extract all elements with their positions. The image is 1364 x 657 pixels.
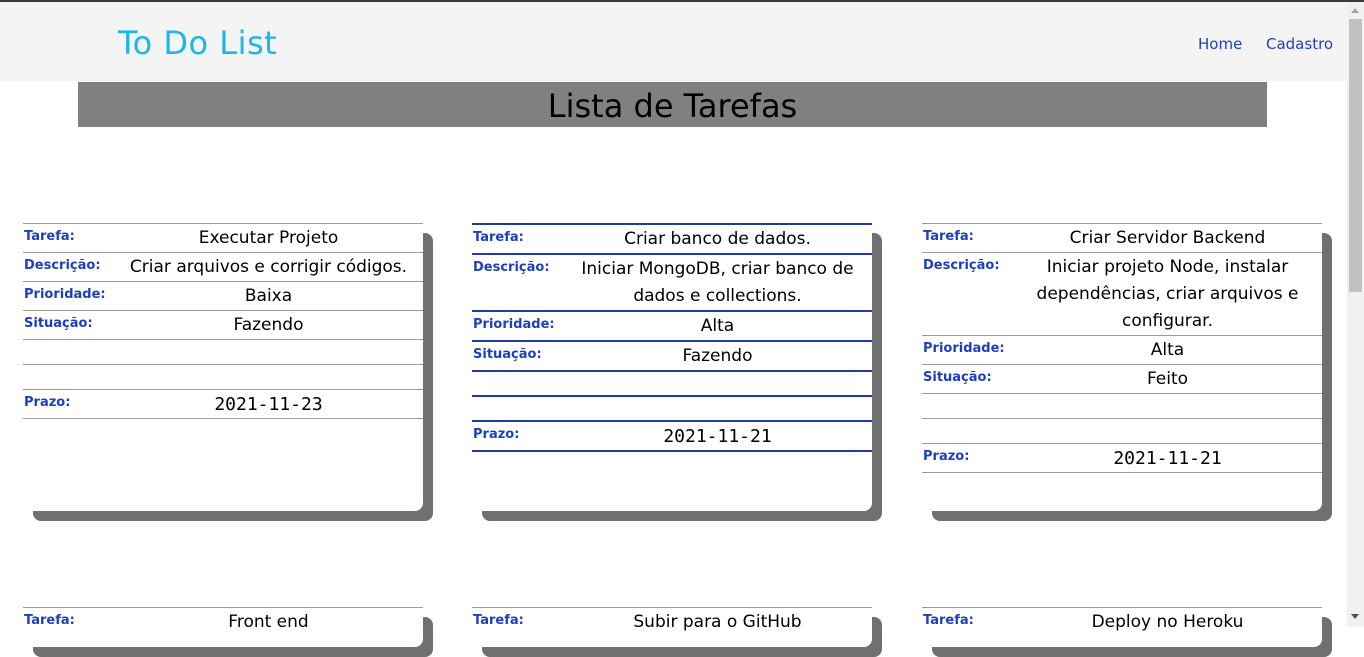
navbar: To Do List Home Cadastro bbox=[0, 2, 1347, 81]
card-body: Tarefa: Executar Projeto Descrição: Cria… bbox=[23, 223, 423, 511]
task-row-prioridade: Prioridade: Baixa bbox=[23, 281, 423, 310]
scrollbar-thumb[interactable] bbox=[1349, 19, 1362, 292]
task-row-empty bbox=[922, 393, 1322, 418]
prazo-value: 2021-11-23 bbox=[214, 394, 323, 415]
task-row-empty bbox=[472, 370, 872, 395]
task-row-empty bbox=[23, 364, 423, 389]
task-row-prioridade: Prioridade: Alta bbox=[472, 310, 872, 340]
tarefa-value: Front end bbox=[228, 612, 309, 632]
tarefa-label: Tarefa: bbox=[473, 230, 524, 245]
vertical-scrollbar[interactable] bbox=[1347, 2, 1364, 627]
nav-link-cadastro[interactable]: Cadastro bbox=[1266, 35, 1333, 53]
prioridade-value: Alta bbox=[1150, 340, 1185, 360]
card-body: Tarefa: Deploy no Heroku bbox=[922, 607, 1322, 647]
prazo-label: Prazo: bbox=[24, 395, 71, 410]
prioridade-value: Alta bbox=[700, 316, 735, 336]
prazo-label: Prazo: bbox=[473, 427, 520, 442]
descricao-value: Criar arquivos e corrigir códigos. bbox=[129, 257, 408, 277]
card-body: Tarefa: Front end bbox=[23, 607, 423, 647]
prioridade-label: Prioridade: bbox=[473, 317, 555, 332]
situacao-value: Feito bbox=[1146, 369, 1189, 389]
task-row-tarefa: Tarefa: Subir para o GitHub bbox=[472, 607, 872, 636]
tarefa-value: Deploy no Heroku bbox=[1091, 612, 1244, 632]
situacao-value: Fazendo bbox=[682, 346, 753, 366]
descricao-value: Iniciar MongoDB, criar banco de dados e … bbox=[581, 259, 854, 306]
task-row-situacao: Situação: Fazendo bbox=[472, 340, 872, 370]
situacao-label: Situação: bbox=[24, 316, 93, 331]
tarefa-value: Executar Projeto bbox=[198, 228, 339, 248]
brand-logo[interactable]: To Do List bbox=[118, 24, 277, 62]
tarefa-label: Tarefa: bbox=[923, 229, 974, 244]
task-row-tarefa: Tarefa: Criar banco de dados. bbox=[472, 223, 872, 253]
prioridade-value: Baixa bbox=[244, 286, 293, 306]
tarefa-value: Criar Servidor Backend bbox=[1069, 228, 1266, 248]
prioridade-label: Prioridade: bbox=[923, 341, 1005, 356]
card-body: Tarefa: Subir para o GitHub bbox=[472, 607, 872, 647]
task-row-descricao: Descrição: Iniciar projeto Node, instala… bbox=[922, 252, 1322, 335]
task-row-prioridade: Prioridade: Alta bbox=[922, 335, 1322, 364]
page-title: Lista de Tarefas bbox=[547, 87, 798, 125]
task-row-descricao: Descrição: Iniciar MongoDB, criar banco … bbox=[472, 253, 872, 310]
task-row-situacao: Situação: Feito bbox=[922, 364, 1322, 393]
tarefa-value: Subir para o GitHub bbox=[633, 612, 802, 632]
tarefa-label: Tarefa: bbox=[24, 613, 75, 628]
scroll-up-arrow-icon[interactable] bbox=[1351, 8, 1359, 13]
tarefa-label: Tarefa: bbox=[473, 613, 524, 628]
task-row-empty bbox=[23, 339, 423, 364]
task-row-descricao: Descrição: Criar arquivos e corrigir cód… bbox=[23, 252, 423, 281]
task-row-situacao: Situação: Fazendo bbox=[23, 310, 423, 339]
situacao-value: Fazendo bbox=[233, 315, 304, 335]
nav-link-home[interactable]: Home bbox=[1198, 35, 1242, 53]
task-row-prazo: Prazo: 2021-11-23 bbox=[23, 389, 423, 419]
tarefa-value: Criar banco de dados. bbox=[624, 229, 811, 249]
prioridade-label: Prioridade: bbox=[24, 287, 106, 302]
task-row-tarefa: Tarefa: Executar Projeto bbox=[23, 223, 423, 252]
situacao-label: Situação: bbox=[473, 347, 542, 362]
card-body: Tarefa: Criar Servidor Backend Descrição… bbox=[922, 223, 1322, 511]
descricao-label: Descrição: bbox=[24, 258, 101, 273]
prazo-value: 2021-11-21 bbox=[663, 426, 772, 447]
task-row-prazo: Prazo: 2021-11-21 bbox=[922, 443, 1322, 473]
descricao-label: Descrição: bbox=[473, 260, 550, 275]
descricao-value: Iniciar projeto Node, instalar dependênc… bbox=[1036, 257, 1299, 331]
descricao-label: Descrição: bbox=[923, 258, 1000, 273]
task-row-empty bbox=[472, 395, 872, 420]
tarefa-label: Tarefa: bbox=[24, 229, 75, 244]
task-row-prazo: Prazo: 2021-11-21 bbox=[472, 420, 872, 452]
task-row-tarefa: Tarefa: Front end bbox=[23, 607, 423, 636]
prazo-value: 2021-11-21 bbox=[1113, 448, 1222, 469]
card-body: Tarefa: Criar banco de dados. Descrição:… bbox=[472, 223, 872, 511]
task-row-tarefa: Tarefa: Deploy no Heroku bbox=[922, 607, 1322, 636]
task-row-tarefa: Tarefa: Criar Servidor Backend bbox=[922, 223, 1322, 252]
tarefa-label: Tarefa: bbox=[923, 613, 974, 628]
page-title-bar: Lista de Tarefas bbox=[78, 82, 1267, 127]
situacao-label: Situação: bbox=[923, 370, 992, 385]
task-row-empty bbox=[922, 418, 1322, 443]
scroll-down-arrow-icon[interactable] bbox=[1351, 614, 1359, 619]
prazo-label: Prazo: bbox=[923, 449, 970, 464]
